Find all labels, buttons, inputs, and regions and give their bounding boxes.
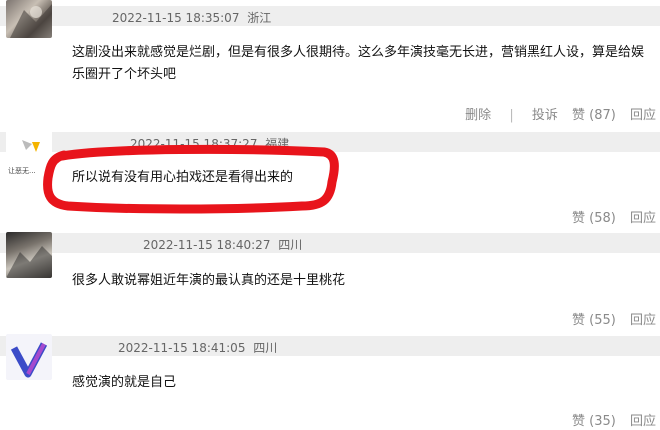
comment-time: 2022-11-15 18:40:27 xyxy=(143,238,271,252)
comment-location: 浙江 xyxy=(247,11,272,25)
comment-time: 2022-11-15 18:35:07 xyxy=(112,11,240,25)
delete-button[interactable]: 删除 xyxy=(465,104,491,123)
comment-actions: 赞 (58) 回应 xyxy=(572,207,656,226)
comment-meta: 2022-11-15 18:35:07 浙江 xyxy=(112,9,271,26)
avatar[interactable] xyxy=(6,0,52,38)
avatar-image xyxy=(6,246,52,278)
comment-meta: 2022-11-15 18:40:27 四川 xyxy=(143,236,302,253)
comment-text: 这剧没出来就感觉是烂剧，但是有很多人很期待。这么多年演技毫无长进，营销黑红人设，… xyxy=(72,45,645,82)
comment-actions: 删除 | 投诉 赞 (87) 回应 xyxy=(465,104,656,123)
like-button[interactable]: 赞 (87) xyxy=(572,104,616,123)
comment-text: 所以说有没有用心拍戏还是看得出来的 xyxy=(72,170,294,185)
avatar-image xyxy=(10,342,48,378)
comment-text: 感觉演的就是自己 xyxy=(72,375,177,390)
like-button[interactable]: 赞 (58) xyxy=(572,207,616,226)
comment-location: 四川 xyxy=(253,341,278,355)
avatar[interactable] xyxy=(6,334,52,380)
comment-actions: 赞 (35) 回应 xyxy=(572,410,656,429)
like-label: 赞 xyxy=(572,108,586,123)
reply-button[interactable]: 回应 xyxy=(630,309,656,328)
like-button[interactable]: 赞 (55) xyxy=(572,309,616,328)
comment-location: 四川 xyxy=(278,238,303,252)
report-button[interactable]: 投诉 xyxy=(532,104,558,123)
avatar[interactable] xyxy=(6,232,52,278)
comment-header xyxy=(0,233,660,253)
like-count: (55) xyxy=(589,313,616,328)
comment-time: 2022-11-15 18:41:05 xyxy=(118,341,246,355)
avatar-caption: 让恶无... xyxy=(8,167,36,175)
like-count: (35) xyxy=(589,414,616,429)
reply-button[interactable]: 回应 xyxy=(630,410,656,429)
like-label: 赞 xyxy=(572,313,586,328)
comment-text: 很多人敢说幂姐近年演的最认真的还是十里桃花 xyxy=(72,273,346,288)
reply-button[interactable]: 回应 xyxy=(630,104,656,123)
like-label: 赞 xyxy=(572,211,586,226)
action-divider: | xyxy=(509,108,514,123)
like-label: 赞 xyxy=(572,414,586,429)
comment-header xyxy=(0,6,660,26)
avatar-image xyxy=(10,4,52,38)
like-count: (58) xyxy=(589,211,616,226)
like-count: (87) xyxy=(589,108,616,123)
like-button[interactable]: 赞 (35) xyxy=(572,410,616,429)
reply-button[interactable]: 回应 xyxy=(630,207,656,226)
comment-actions: 赞 (55) 回应 xyxy=(572,309,656,328)
comment-header xyxy=(0,336,660,356)
comment-meta: 2022-11-15 18:41:05 四川 xyxy=(118,339,277,356)
